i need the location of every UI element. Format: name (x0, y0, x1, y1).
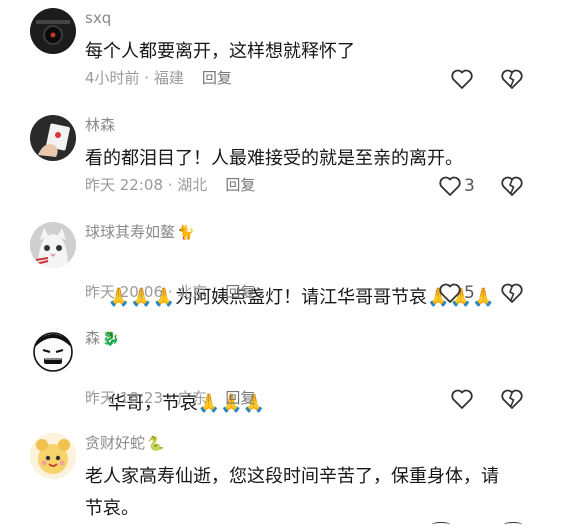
reply-button[interactable]: 回复 (225, 389, 255, 407)
broken-heart-icon[interactable] (500, 388, 524, 410)
username[interactable]: 森 🐉 (85, 328, 119, 349)
action-icons-partial (430, 522, 530, 526)
broken-heart-icon[interactable] (500, 68, 524, 90)
comment-text: 每个人都要离开，这样想就释怀了 (85, 41, 355, 62)
broken-heart-icon[interactable] (500, 175, 524, 197)
like-count: 3 (464, 176, 475, 196)
username[interactable]: 贪财好蛇 🐍 (85, 433, 164, 454)
comment-item: 贪财好蛇 🐍 老人家高寿仙逝，您这段时间辛苦了，保重身体，请节哀。 (0, 433, 582, 526)
avatar[interactable] (30, 433, 76, 479)
comment-meta: 昨天 22:08 · 湖北 回复 (85, 175, 255, 195)
reply-button[interactable]: 回复 (225, 176, 255, 194)
heart-outline-icon[interactable] (450, 68, 474, 90)
like-count: 5 (464, 283, 475, 303)
comment-item: 林森 看的都泪目了！人最难接受的就是至亲的离开。 昨天 22:08 · 湖北 回复… (0, 115, 582, 205)
username-badge: 🐈 (177, 225, 195, 241)
heart-outline-icon[interactable] (438, 282, 462, 304)
comment-meta: 4小时前 · 福建 回复 (85, 68, 232, 88)
reply-button[interactable]: 回复 (225, 283, 255, 301)
timestamp-location: 4小时前 · 福建 (85, 69, 184, 87)
broken-heart-icon[interactable] (500, 282, 524, 304)
avatar[interactable] (30, 115, 76, 161)
username-badge: 🐉 (102, 331, 120, 347)
timestamp-location: 昨天 18:23 · 广东 (85, 389, 208, 407)
username[interactable]: 林森 (85, 115, 115, 135)
heart-outline-icon[interactable] (438, 175, 462, 197)
avatar[interactable] (30, 222, 76, 268)
comment-text: 老人家高寿仙逝，您这段时间辛苦了，保重身体，请节哀。 (85, 466, 499, 519)
username[interactable]: sxq (85, 8, 111, 28)
comment-meta: 昨天 18:23 · 广东 回复 (85, 388, 255, 408)
comment-meta: 昨天 20:06 · 北京 回复 (85, 282, 255, 302)
username[interactable]: 球球其寿如鳌 🐈 (85, 222, 194, 243)
comment-item: 球球其寿如鳌 🐈 🙏🙏🙏为阿姨点盏灯！请江华哥哥节哀🙏🙏🙏 昨天 20:06 · … (0, 222, 582, 312)
timestamp-location: 昨天 22:08 · 湖北 (85, 176, 208, 194)
timestamp-location: 昨天 20:06 · 北京 (85, 283, 208, 301)
reply-button[interactable]: 回复 (202, 69, 232, 87)
avatar[interactable] (30, 328, 76, 374)
heart-outline-icon[interactable] (450, 388, 474, 410)
username-badge: 🐍 (147, 436, 165, 452)
avatar[interactable] (30, 8, 76, 54)
comment-item: sxq 每个人都要离开，这样想就释怀了 4小时前 · 福建 回复 (0, 8, 582, 98)
comment-item: 森 🐉 华哥，节哀🙏🙏🙏 昨天 18:23 · 广东 回复 (0, 328, 582, 418)
comment-text: 看的都泪目了！人最难接受的就是至亲的离开。 (85, 148, 463, 169)
